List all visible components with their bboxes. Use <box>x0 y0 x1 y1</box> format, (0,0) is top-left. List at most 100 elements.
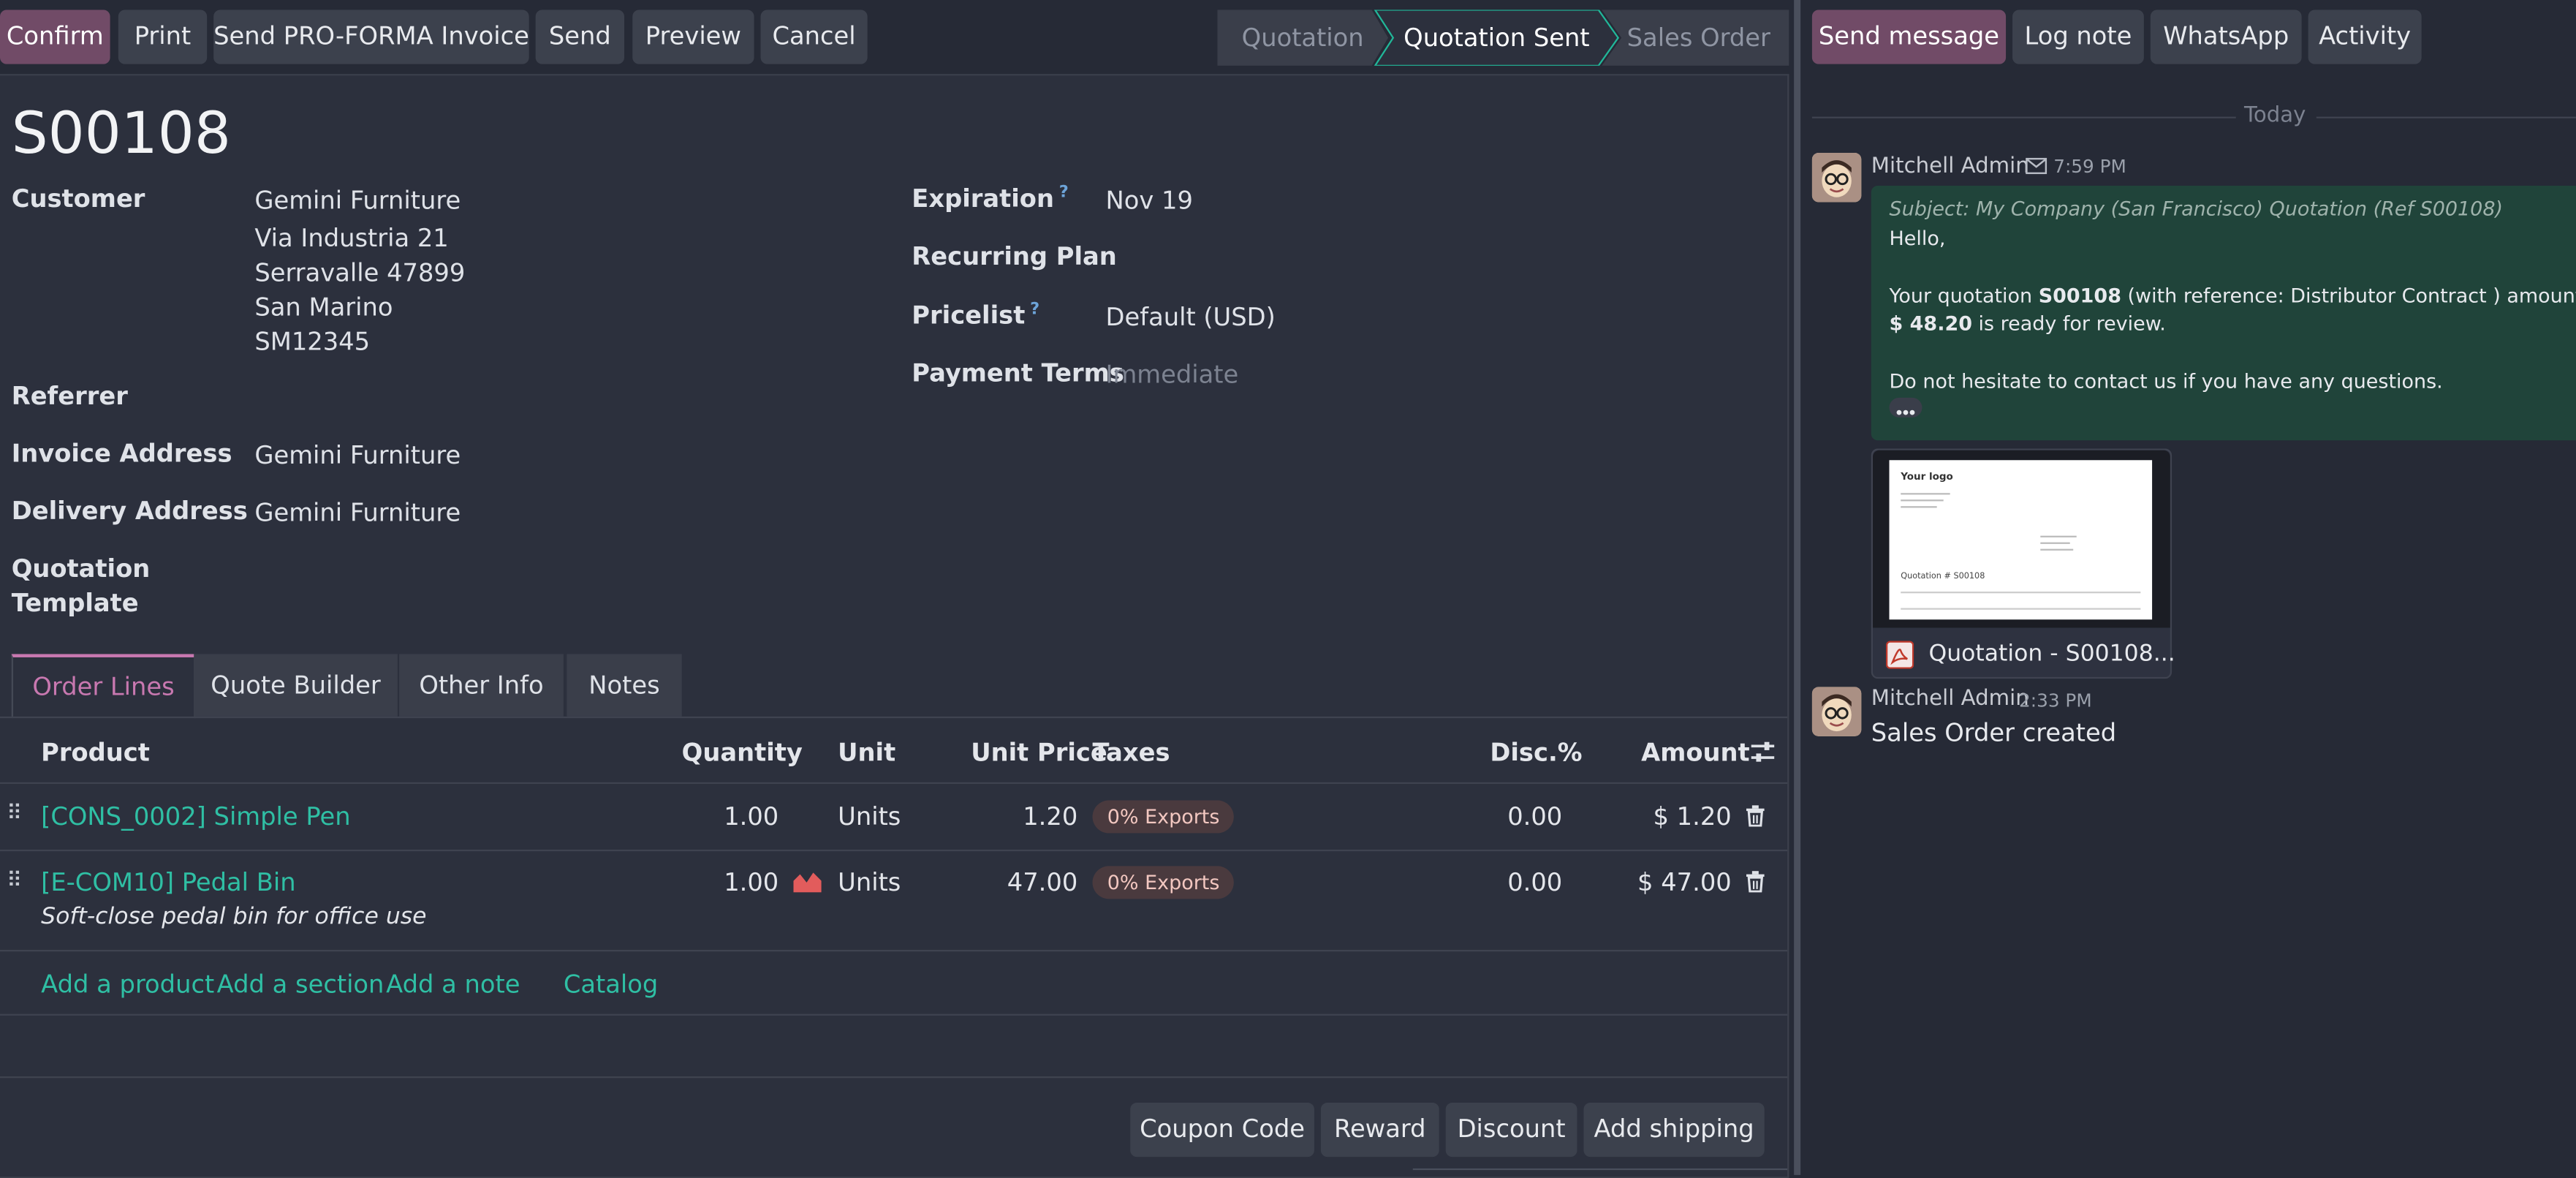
header-disc[interactable]: Disc.% <box>1490 738 1582 767</box>
add-shipping-button[interactable]: Add shipping <box>1583 1103 1765 1158</box>
date-separator: Today <box>2243 103 2306 129</box>
row-divider <box>0 849 1788 852</box>
pricelist-help-icon[interactable]: ? <box>1030 301 1039 319</box>
expiration-help-icon[interactable]: ? <box>1059 184 1069 203</box>
drag-handle-icon[interactable]: ⠿ <box>7 802 22 827</box>
line-unit[interactable]: Units <box>838 802 901 831</box>
quotation-template-label-line1: Quotation <box>11 554 151 584</box>
tab-other-info[interactable]: Other Info <box>399 654 564 717</box>
message-greeting: Hello, <box>1889 227 1946 250</box>
attachment-card[interactable]: Your logo Quotation # S00108 Quotation -… <box>1871 448 2175 679</box>
header-unit[interactable]: Unit <box>838 738 895 767</box>
tab-notes[interactable]: Notes <box>567 654 682 717</box>
pricelist-label: Pricelist? <box>912 301 1039 330</box>
stage-quotation[interactable]: Quotation <box>1217 10 1388 65</box>
customer-country: San Marino <box>254 292 393 322</box>
delete-line-icon[interactable] <box>1746 805 1765 827</box>
thumbnail-title: Quotation # S00108 <box>1901 572 1985 582</box>
optional-columns-icon[interactable] <box>1749 739 1776 764</box>
thumbnail-text-line <box>2040 535 2077 537</box>
envelope-icon <box>2026 157 2047 175</box>
line-product[interactable]: [E-COM10] Pedal Bin <box>41 868 295 897</box>
add-product-link[interactable]: Add a product <box>41 970 214 999</box>
send-message-button[interactable]: Send message <box>1811 10 2007 64</box>
attachment-name[interactable]: Quotation - S00108... <box>1928 641 2175 667</box>
invoice-address-field[interactable]: Gemini Furniture <box>254 440 461 469</box>
catalog-link[interactable]: Catalog <box>564 970 658 999</box>
payment-terms-field[interactable]: Immediate <box>1106 360 1239 389</box>
line-unit-price[interactable]: 47.00 <box>979 868 1078 897</box>
delivery-address-field[interactable]: Gemini Furniture <box>254 498 461 527</box>
send-button[interactable]: Send <box>535 10 625 64</box>
customer-name[interactable]: Gemini Furniture <box>254 186 461 215</box>
record-title: S00108 <box>11 102 231 168</box>
confirm-button[interactable]: Confirm <box>0 10 110 64</box>
line-amount: $ 1.20 <box>1653 801 1732 832</box>
tab-order-lines[interactable]: Order Lines <box>11 654 196 719</box>
add-section-link[interactable]: Add a section <box>217 970 384 999</box>
message-body-post: is ready for review. <box>1971 312 2166 336</box>
row-divider <box>0 949 1788 952</box>
thumbnail-rule <box>1901 608 2141 610</box>
coupon-code-button[interactable]: Coupon Code <box>1130 1103 1314 1158</box>
pdf-file-icon <box>1886 641 1914 669</box>
add-note-link[interactable]: Add a note <box>386 970 520 999</box>
line-discount[interactable]: 0.00 <box>1470 868 1562 897</box>
line-unit-price[interactable]: 1.20 <box>979 802 1077 831</box>
message-closing: Do not hesitate to contact us if you hav… <box>1889 369 2443 393</box>
status-bar: Quotation Quotation Sent Sales Order <box>1217 10 1789 66</box>
print-button[interactable]: Print <box>118 10 208 64</box>
header-unit-price[interactable]: Unit Price <box>971 738 1107 767</box>
line-quantity[interactable]: 1.00 <box>706 868 779 897</box>
tax-badge[interactable]: 0% Exports <box>1092 800 1235 834</box>
tab-quote-builder[interactable]: Quote Builder <box>194 654 398 717</box>
invoice-address-label: Invoice Address <box>11 439 232 469</box>
activity-button[interactable]: Activity <box>2308 10 2422 64</box>
expiration-label: Expiration? <box>912 184 1068 214</box>
message-time: 7:59 PM <box>2053 156 2126 178</box>
discount-button[interactable]: Discount <box>1445 1103 1577 1158</box>
tabs-underline <box>0 716 1788 719</box>
delete-line-icon[interactable] <box>1746 871 1765 893</box>
message-body: Sales Order created <box>1871 718 2117 748</box>
line-product[interactable]: [CONS_0002] Simple Pen <box>41 802 350 831</box>
header-taxes[interactable]: Taxes <box>1093 738 1170 767</box>
message-author[interactable]: Mitchell Admin <box>1871 687 2029 711</box>
date-separator-line-right <box>2316 116 2576 118</box>
message-body-ref: S00108 <box>2038 284 2121 308</box>
header-quantity[interactable]: Quantity <box>682 738 803 767</box>
customer-city: Serravalle 47899 <box>254 257 466 288</box>
line-unit[interactable]: Units <box>838 868 901 897</box>
panel-divider[interactable] <box>1794 0 1801 1175</box>
preview-button[interactable]: Preview <box>632 10 754 64</box>
expiration-field[interactable]: Nov 19 <box>1106 186 1193 215</box>
reward-button[interactable]: Reward <box>1320 1103 1439 1158</box>
header-product[interactable]: Product <box>41 738 150 767</box>
tax-badge[interactable]: 0% Exports <box>1092 866 1235 899</box>
avatar[interactable] <box>1811 153 1862 203</box>
cancel-button[interactable]: Cancel <box>760 10 868 64</box>
customer-label: Customer <box>11 184 145 214</box>
stage-quotation-sent[interactable]: Quotation Sent <box>1390 10 1603 65</box>
user-avatar-icon <box>1811 687 1862 736</box>
header-amount[interactable]: Amount <box>1641 738 1750 767</box>
stage-sales-order[interactable]: Sales Order <box>1616 10 1781 65</box>
table-bottom-divider <box>0 1076 1788 1079</box>
line-amount: $ 47.00 <box>1637 867 1732 898</box>
line-quantity[interactable]: 1.00 <box>706 802 779 831</box>
customer-street: Via Industria 21 <box>254 223 449 254</box>
drag-handle-icon[interactable]: ⠿ <box>7 869 22 894</box>
line-description[interactable]: Soft-close pedal bin for office use <box>41 904 426 930</box>
send-proforma-button[interactable]: Send PRO-FORMA Invoice <box>213 10 529 64</box>
message-author[interactable]: Mitchell Admin <box>1871 154 2029 179</box>
log-note-button[interactable]: Log note <box>2012 10 2144 64</box>
ellipsis-icon <box>1896 409 1915 415</box>
pricelist-field[interactable]: Default (USD) <box>1106 303 1276 332</box>
avatar[interactable] <box>1811 687 1862 736</box>
whatsapp-button[interactable]: WhatsApp <box>2150 10 2302 64</box>
expand-message-button[interactable] <box>1889 397 1922 418</box>
thumbnail-text-line <box>1901 506 1937 508</box>
forecast-chart-icon[interactable] <box>793 871 822 893</box>
line-discount[interactable]: 0.00 <box>1470 802 1562 831</box>
thumbnail-rule <box>1901 592 2141 594</box>
